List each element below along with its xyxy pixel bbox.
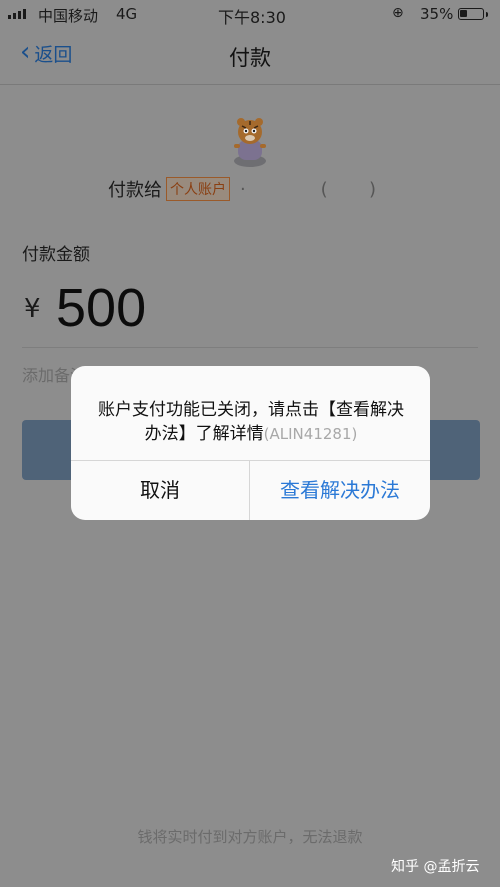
view-solution-button[interactable]: 查看解决办法 [250,461,430,520]
currency-symbol: ¥ [24,294,41,324]
battery-fill [460,10,467,17]
refund-note: 钱将实时付到对方账户，无法退款 [137,828,363,846]
status-time: 下午8:30 [218,8,286,27]
watermark: 知乎 @孟折云 [391,859,480,875]
payee-name: · ( ) [240,178,378,200]
battery-icon [458,8,488,20]
nav-bar: ‹ 返回 付款 [0,28,500,85]
error-code: (ALIN41281) [263,425,358,443]
battery-percent: 35% [420,5,454,23]
account-type-tag: 个人账户 [166,177,230,201]
alert-text: 账户支付功能已关闭，请点击【查看解决办法】了解详情 [98,400,404,444]
orientation-lock-icon: ⊕ [392,5,404,21]
cancel-button[interactable]: 取消 [71,461,249,520]
avatar [234,118,266,167]
alert-dialog: 账户支付功能已关闭，请点击【查看解决办法】了解详情(ALIN41281) 取消 … [71,366,430,520]
status-bar: 中国移动 4G 下午8:30 ⊕ 35% [0,0,500,28]
carrier-name: 中国移动 [38,7,99,25]
amount-label: 付款金额 [22,245,90,265]
amount-divider [22,347,478,348]
signal-icon [8,9,26,19]
payee-row: 付款给 个人账户 · ( ) [108,176,377,202]
page-title: 付款 [229,46,271,70]
payment-screen: 中国移动 4G 下午8:30 ⊕ 35% ‹ 返回 付款 付款给 个人账户 · … [0,0,500,887]
alert-message: 账户支付功能已关闭，请点击【查看解决办法】了解详情(ALIN41281) [93,398,409,446]
payee-name-tail: ) [369,178,378,200]
network-type: 4G [116,5,138,23]
payee-prefix: 付款给 [108,180,162,201]
amount-value[interactable]: 500 [56,277,146,339]
